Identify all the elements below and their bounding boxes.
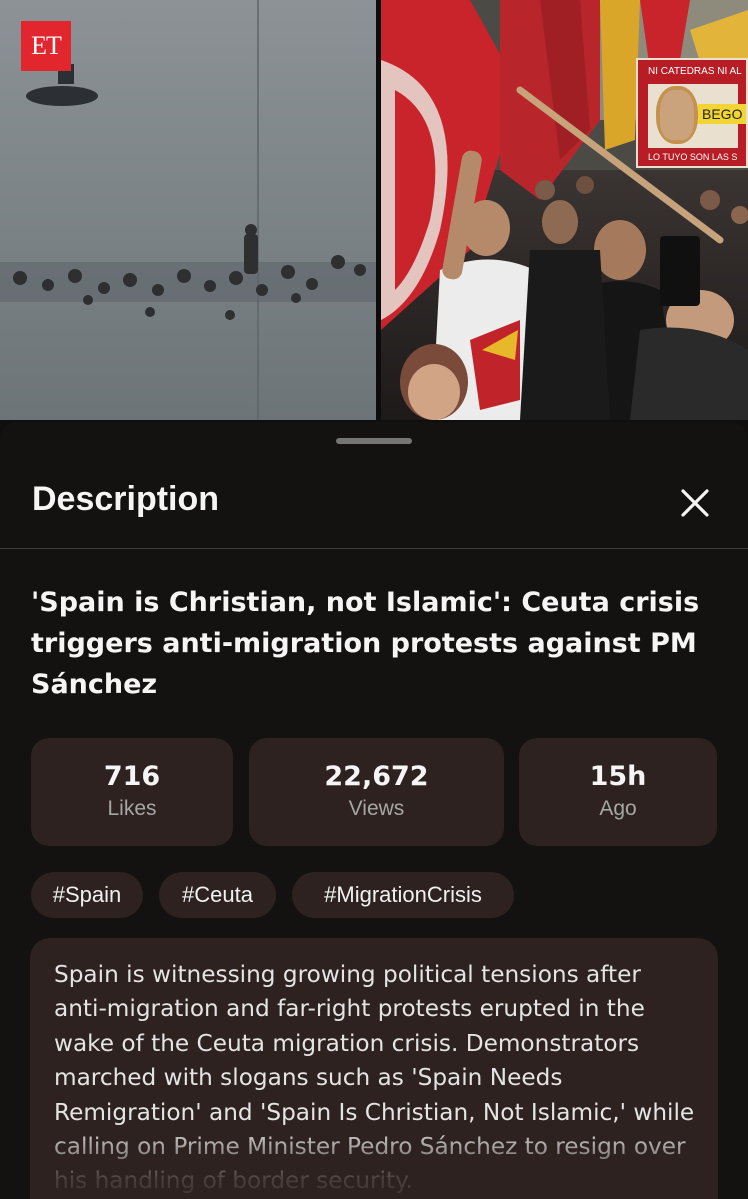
sign-name-text: BEGO [698,104,746,124]
views-stat: 22,672 Views [249,738,504,846]
hashtag-ceuta[interactable]: #Ceuta [159,872,276,918]
protest-sign: NI CATEDRAS NI AL BEGO LO TUYO SON LAS S [636,58,748,168]
likes-count: 716 [103,761,161,792]
age-value: 15h [589,761,647,792]
divider [0,548,748,549]
video-thumbnail[interactable]: ET NI CATEDRAS NI AL BEGO LO TUYO SON LA… [0,0,748,420]
description-sheet: Description 'Spain is Christian, not Isl… [0,422,748,1199]
sign-photo: BEGO [648,84,746,148]
sign-portrait-face [660,90,694,140]
description-box[interactable]: Spain is witnessing growing political te… [30,938,718,1199]
close-button[interactable] [670,480,720,526]
boat [26,86,98,106]
hashtag-migrationcrisis[interactable]: #MigrationCrisis [292,872,514,918]
logo-text: ET [31,31,62,60]
et-logo: ET [21,21,71,71]
likes-stat: 716 Likes [31,738,233,846]
sheet-title: Description [32,480,220,518]
sign-bottom-text: LO TUYO SON LAS S [648,152,738,162]
drag-handle[interactable] [336,438,412,444]
hashtag-spain[interactable]: #Spain [31,872,143,918]
video-title: 'Spain is Christian, not Islamic': Ceuta… [31,587,700,700]
close-icon [681,489,709,517]
sign-top-text: NI CATEDRAS NI AL [648,66,742,77]
views-count: 22,672 [324,761,429,792]
likes-label: Likes [107,797,157,820]
description-fade [30,1124,718,1199]
views-label: Views [348,797,405,820]
age-label: Ago [599,797,637,820]
age-stat: 15h Ago [519,738,717,846]
